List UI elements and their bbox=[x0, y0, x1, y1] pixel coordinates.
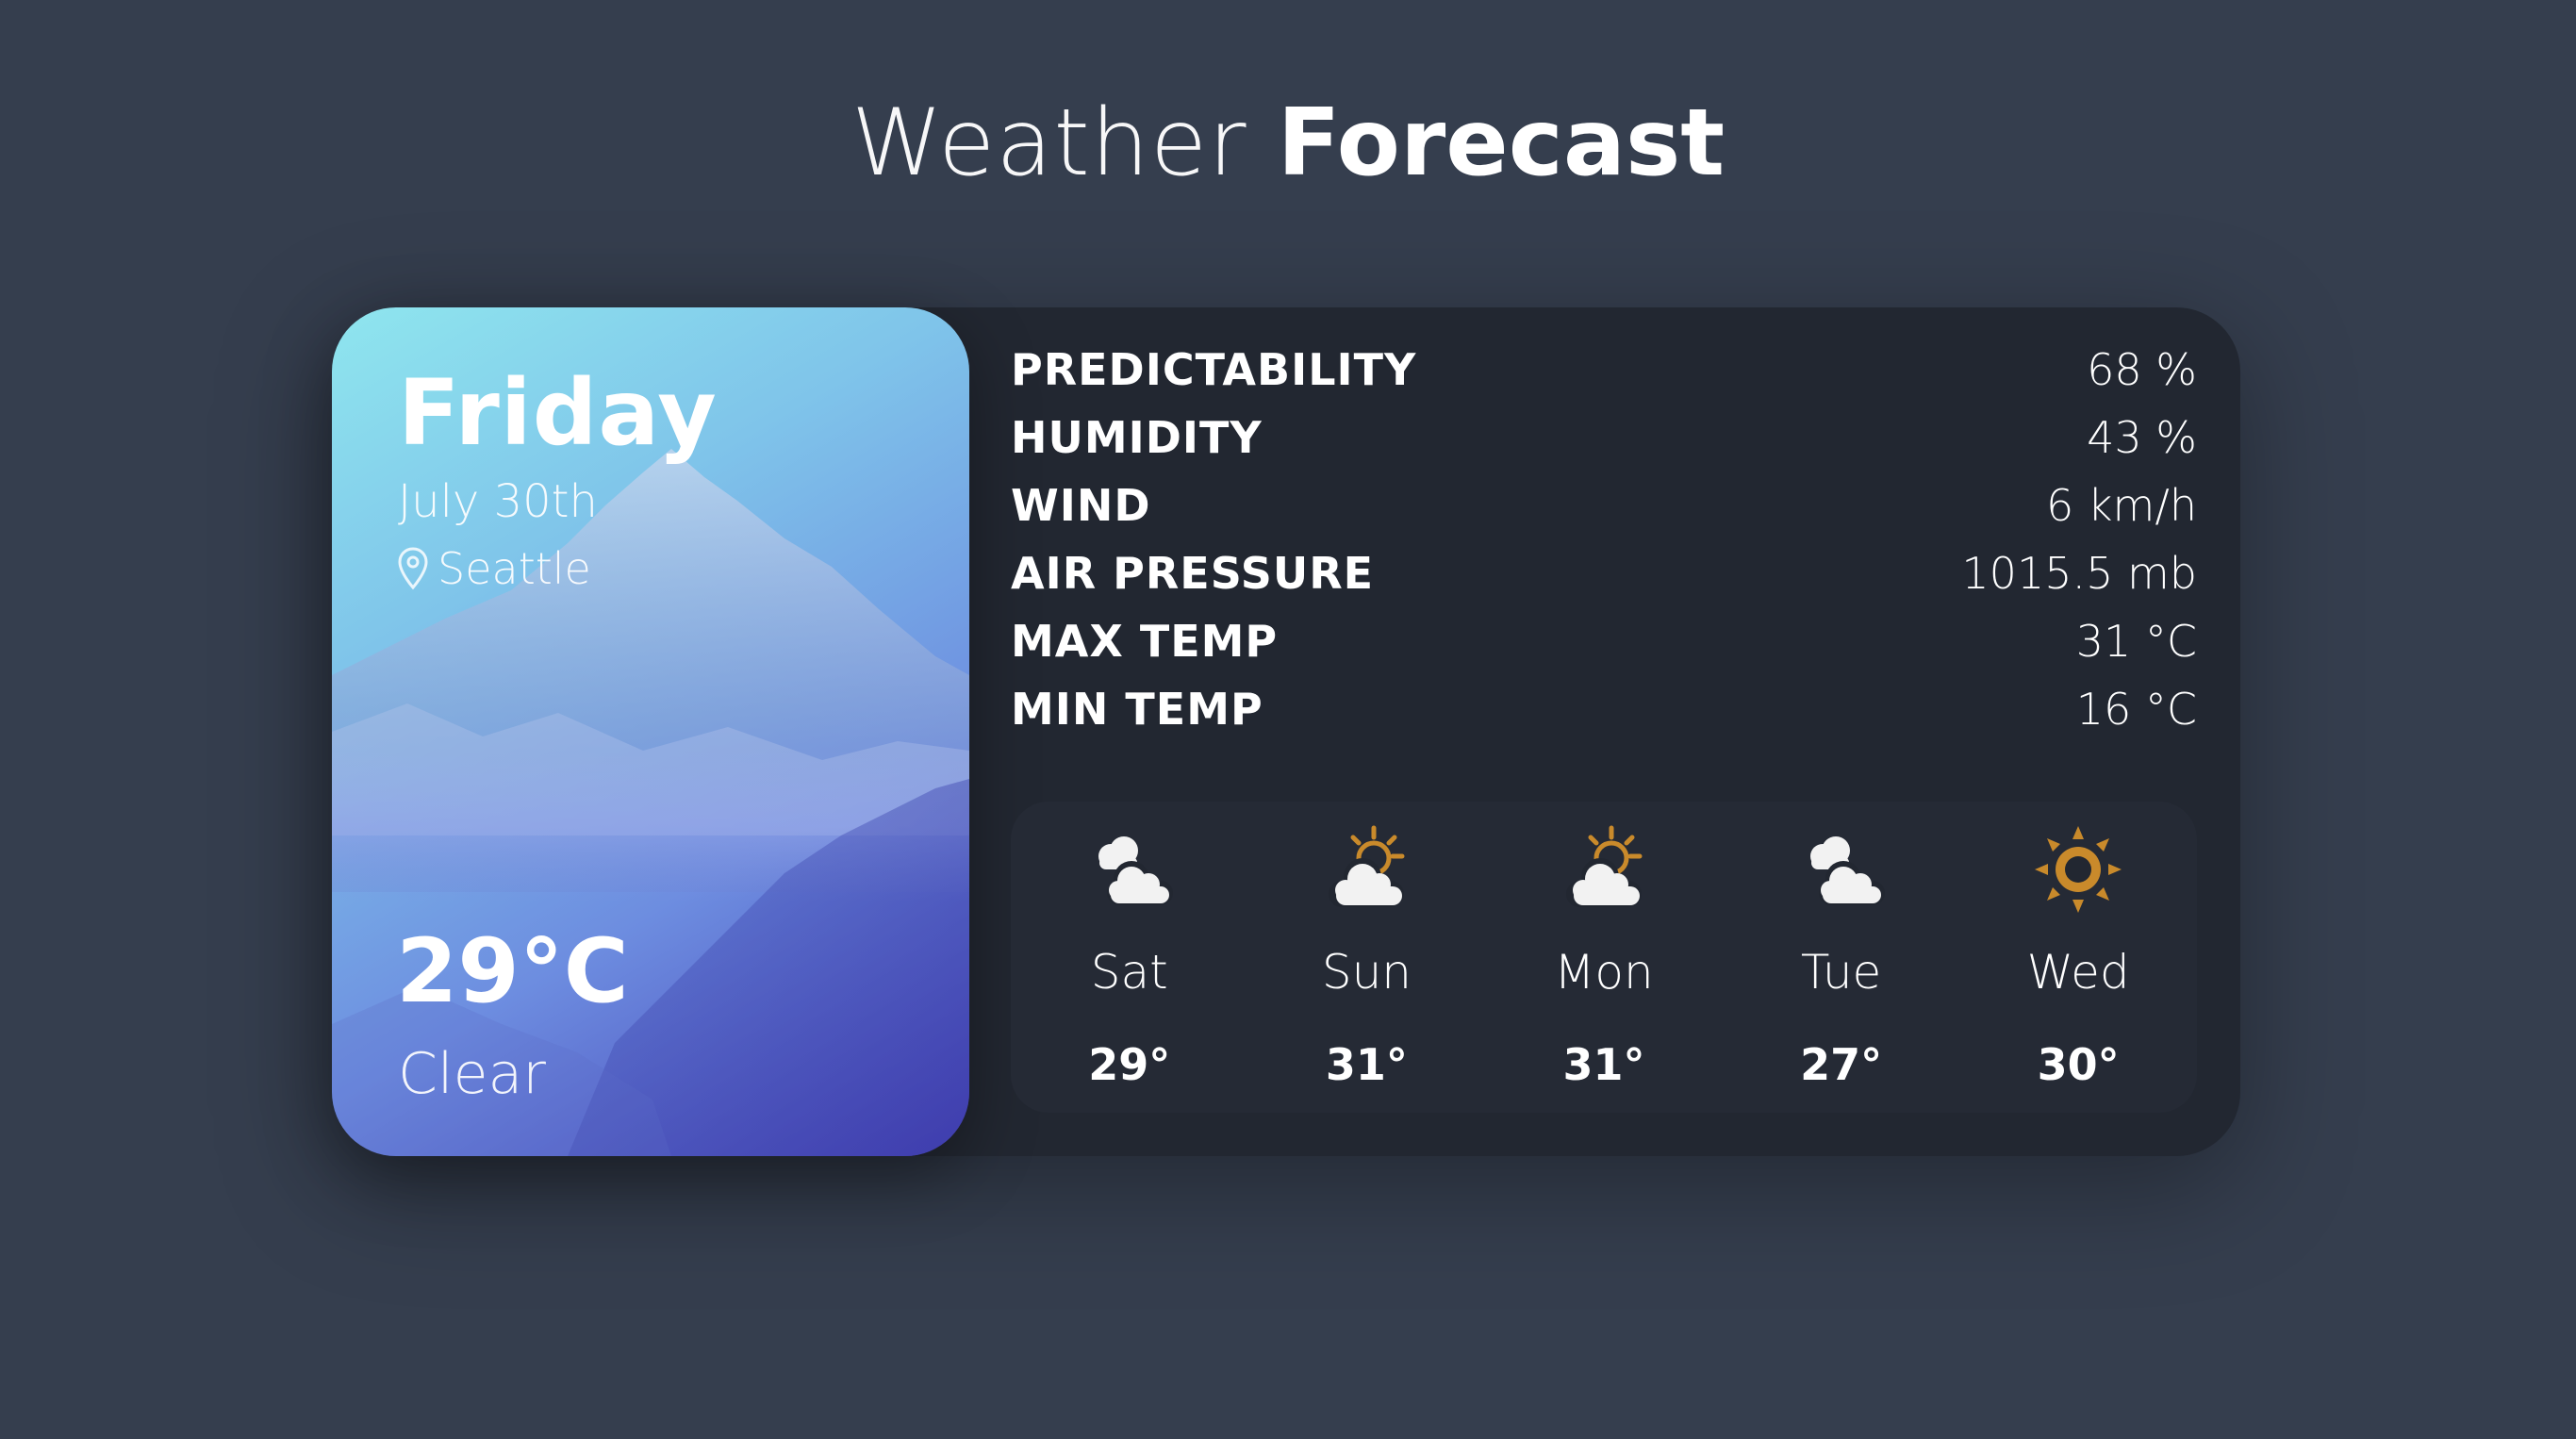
forecast-day-wed[interactable]: Wed 30° bbox=[1984, 802, 2172, 1090]
current-weather-panel: Friday July 30th Seattle 29°C Clear bbox=[332, 307, 969, 1156]
partly-sunny-icon bbox=[1565, 825, 1643, 907]
forecast-temp: 30° bbox=[2037, 1039, 2120, 1090]
forecast-day-label: Sun bbox=[1321, 945, 1412, 1000]
stat-value: 68 % bbox=[2087, 344, 2197, 395]
page-title: Weather Forecast bbox=[0, 87, 2576, 200]
weather-card: Friday July 30th Seattle 29°C Clear PRED… bbox=[332, 307, 2240, 1156]
stat-label: MIN TEMP bbox=[1011, 684, 1263, 735]
forecast-day-sun[interactable]: Sun 31° bbox=[1272, 802, 1461, 1090]
stat-label: WIND bbox=[1011, 480, 1151, 531]
stat-value: 16 °C bbox=[2075, 684, 2197, 735]
forecast-day-mon[interactable]: Mon 31° bbox=[1510, 802, 1698, 1090]
cloud-icon bbox=[1098, 836, 1173, 905]
forecast-day-label: Sat bbox=[1090, 945, 1168, 1000]
stat-row-predictability: PREDICTABILITY 68 % bbox=[1011, 336, 2197, 404]
map-pin-icon bbox=[398, 547, 428, 590]
current-date: July 30th bbox=[398, 475, 598, 528]
forecast-strip: Sat 29° Sun 31° Mon 31° Tue 27° Wed 30° bbox=[1011, 802, 2197, 1113]
stat-value: 6 km/h bbox=[2046, 480, 2197, 531]
page-title-bold: Forecast bbox=[1277, 90, 1726, 197]
forecast-day-label: Mon bbox=[1554, 945, 1654, 1000]
stat-row-max-temp: MAX TEMP 31 °C bbox=[1011, 607, 2197, 675]
forecast-temp: 27° bbox=[1800, 1039, 1883, 1090]
forecast-day-label: Tue bbox=[1800, 945, 1882, 1000]
stat-row-humidity: HUMIDITY 43 % bbox=[1011, 404, 2197, 471]
stat-label: HUMIDITY bbox=[1011, 412, 1263, 463]
weather-stats: PREDICTABILITY 68 % HUMIDITY 43 % WIND 6… bbox=[1011, 336, 2197, 743]
stat-value: 43 % bbox=[2087, 412, 2197, 463]
forecast-day-tue[interactable]: Tue 27° bbox=[1747, 802, 1936, 1090]
sun-icon bbox=[2035, 826, 2122, 913]
stat-label: AIR PRESSURE bbox=[1011, 548, 1375, 599]
forecast-temp: 31° bbox=[1325, 1039, 1408, 1090]
location-label: Seattle bbox=[438, 543, 591, 594]
stat-row-wind: WIND 6 km/h bbox=[1011, 471, 2197, 539]
current-location: Seattle bbox=[396, 543, 591, 594]
stat-row-min-temp: MIN TEMP 16 °C bbox=[1011, 675, 2197, 743]
partly-sunny-icon bbox=[1329, 825, 1405, 907]
stat-label: MAX TEMP bbox=[1011, 616, 1279, 667]
forecast-temp: 31° bbox=[1562, 1039, 1645, 1090]
current-condition: Clear bbox=[398, 1041, 546, 1107]
forecast-day-sat[interactable]: Sat 29° bbox=[1035, 802, 1224, 1090]
page-title-light: Weather bbox=[850, 90, 1247, 197]
stat-value: 1015.5 mb bbox=[1961, 548, 2197, 599]
current-temperature: 29°C bbox=[396, 920, 629, 1023]
stat-label: PREDICTABILITY bbox=[1011, 344, 1417, 395]
current-day: Friday bbox=[398, 360, 718, 466]
stat-value: 31 °C bbox=[2075, 616, 2197, 667]
cloud-icon bbox=[1809, 836, 1885, 905]
forecast-temp: 29° bbox=[1088, 1039, 1171, 1090]
stat-row-air-pressure: AIR PRESSURE 1015.5 mb bbox=[1011, 539, 2197, 607]
forecast-day-label: Wed bbox=[2026, 945, 2130, 1000]
